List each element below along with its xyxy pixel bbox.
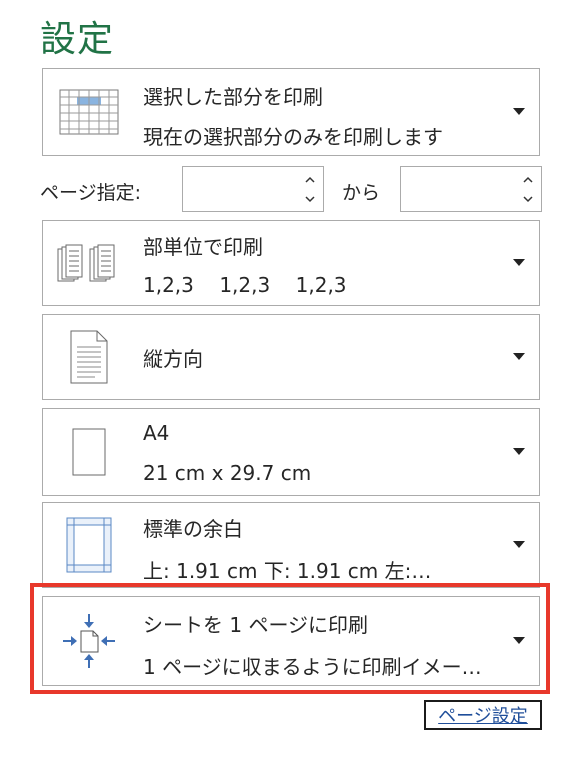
page-setup-link[interactable]: ページ設定 [424,700,542,730]
settings-title: 設定 [40,19,115,60]
chevron-down-icon [513,108,525,115]
pages-to-spinner[interactable] [400,166,542,212]
scaling-title: シートを 1 ページに印刷 [143,613,369,637]
spin-up-icon[interactable] [523,175,533,185]
fit-to-page-icon [51,597,127,685]
print-what-description: 現在の選択部分のみを印刷します [143,125,443,149]
chevron-down-icon [513,259,525,266]
margins-dropdown[interactable]: 標準の余白 上: 1.91 cm 下: 1.91 cm 左:… [42,502,540,588]
print-what-dropdown[interactable]: 選択した部分を印刷 現在の選択部分のみを印刷します [42,68,540,156]
margins-title: 標準の余白 [143,517,243,541]
collate-icon [51,221,127,305]
pages-from-spinner[interactable] [182,166,324,212]
spin-up-icon[interactable] [305,175,315,185]
pages-label: ページ指定: [40,182,142,204]
selection-grid-icon [51,69,127,155]
margins-icon [51,503,127,587]
chevron-down-icon [513,541,525,548]
pages-to-label: から [342,182,381,204]
chevron-down-icon [513,448,525,455]
collation-dropdown[interactable]: 部単位で印刷 1,2,3 1,2,3 1,2,3 [42,220,540,306]
orientation-dropdown[interactable]: 縦方向 [42,314,540,400]
scaling-dropdown[interactable]: シートを 1 ページに印刷 1 ページに収まるように印刷イメー… [42,596,540,686]
margins-values: 上: 1.91 cm 下: 1.91 cm 左:… [143,559,432,583]
orientation-title: 縦方向 [143,347,203,371]
chevron-down-icon [513,353,525,360]
print-what-title: 選択した部分を印刷 [143,85,323,109]
paper-size-dimensions: 21 cm x 29.7 cm [143,461,312,485]
chevron-down-icon [513,637,525,644]
scaling-description: 1 ページに収まるように印刷イメー… [143,655,482,679]
portrait-page-icon [51,315,127,399]
spin-down-icon[interactable] [305,194,315,204]
collation-order: 1,2,3 1,2,3 1,2,3 [143,273,347,297]
collation-title: 部単位で印刷 [143,235,263,259]
spin-down-icon[interactable] [523,194,533,204]
paper-size-title: A4 [143,421,170,445]
pages-range-row: ページ指定: から [40,166,542,214]
paper-size-icon [51,409,127,495]
paper-size-dropdown[interactable]: A4 21 cm x 29.7 cm [42,408,540,496]
